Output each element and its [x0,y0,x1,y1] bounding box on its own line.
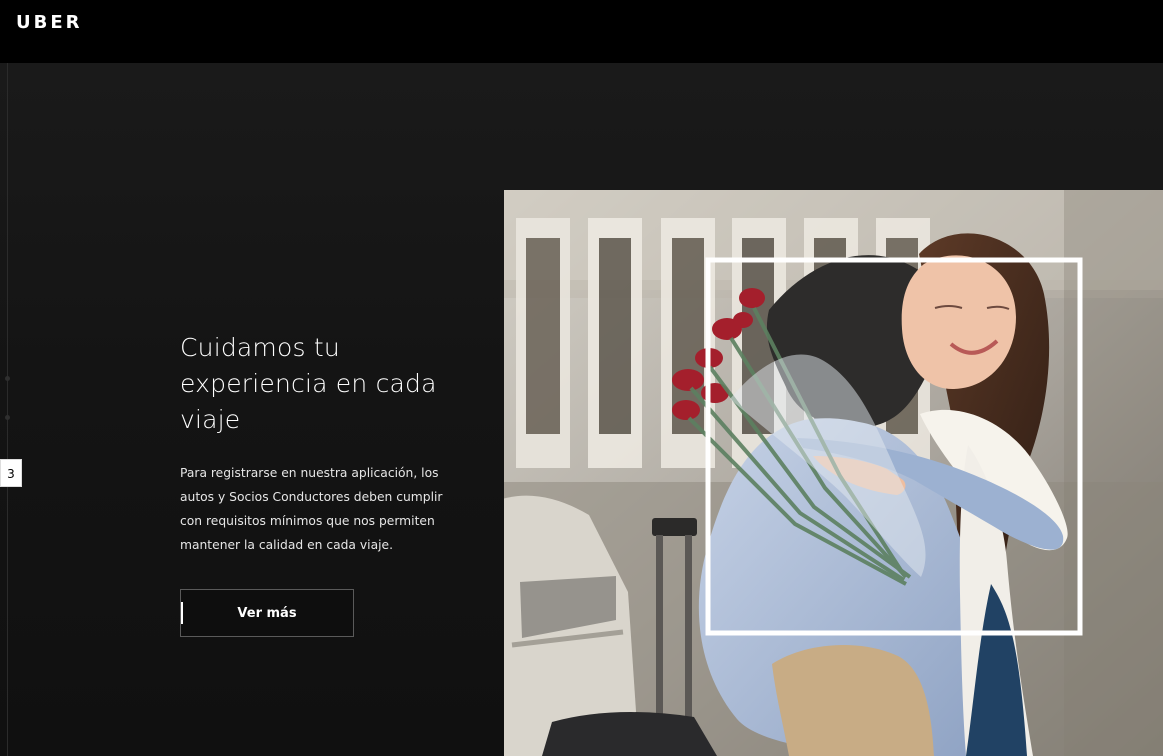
hero-title: Cuidamos tu experiencia en cada viaje [180,333,437,434]
focus-caret [181,602,183,624]
uber-logo[interactable]: UBER [16,12,83,33]
hero-photo-couple-hug [504,190,1163,756]
top-navigation-bar: UBER [0,0,1163,63]
uber-landing-page: UBER 3 Cuidamos tu experiencia en cada v… [0,0,1163,756]
slider-progress-rail [7,63,8,756]
ver-mas-button[interactable]: Ver más [180,589,354,637]
slider-dot[interactable] [5,415,10,420]
hero-photo-illustration [504,190,1163,756]
slider-dot[interactable] [5,376,10,381]
slide-number-badge: 3 [0,459,22,487]
ver-mas-label: Ver más [237,605,297,621]
hero-description: Para registrarse en nuestra aplicación, … [180,466,443,552]
